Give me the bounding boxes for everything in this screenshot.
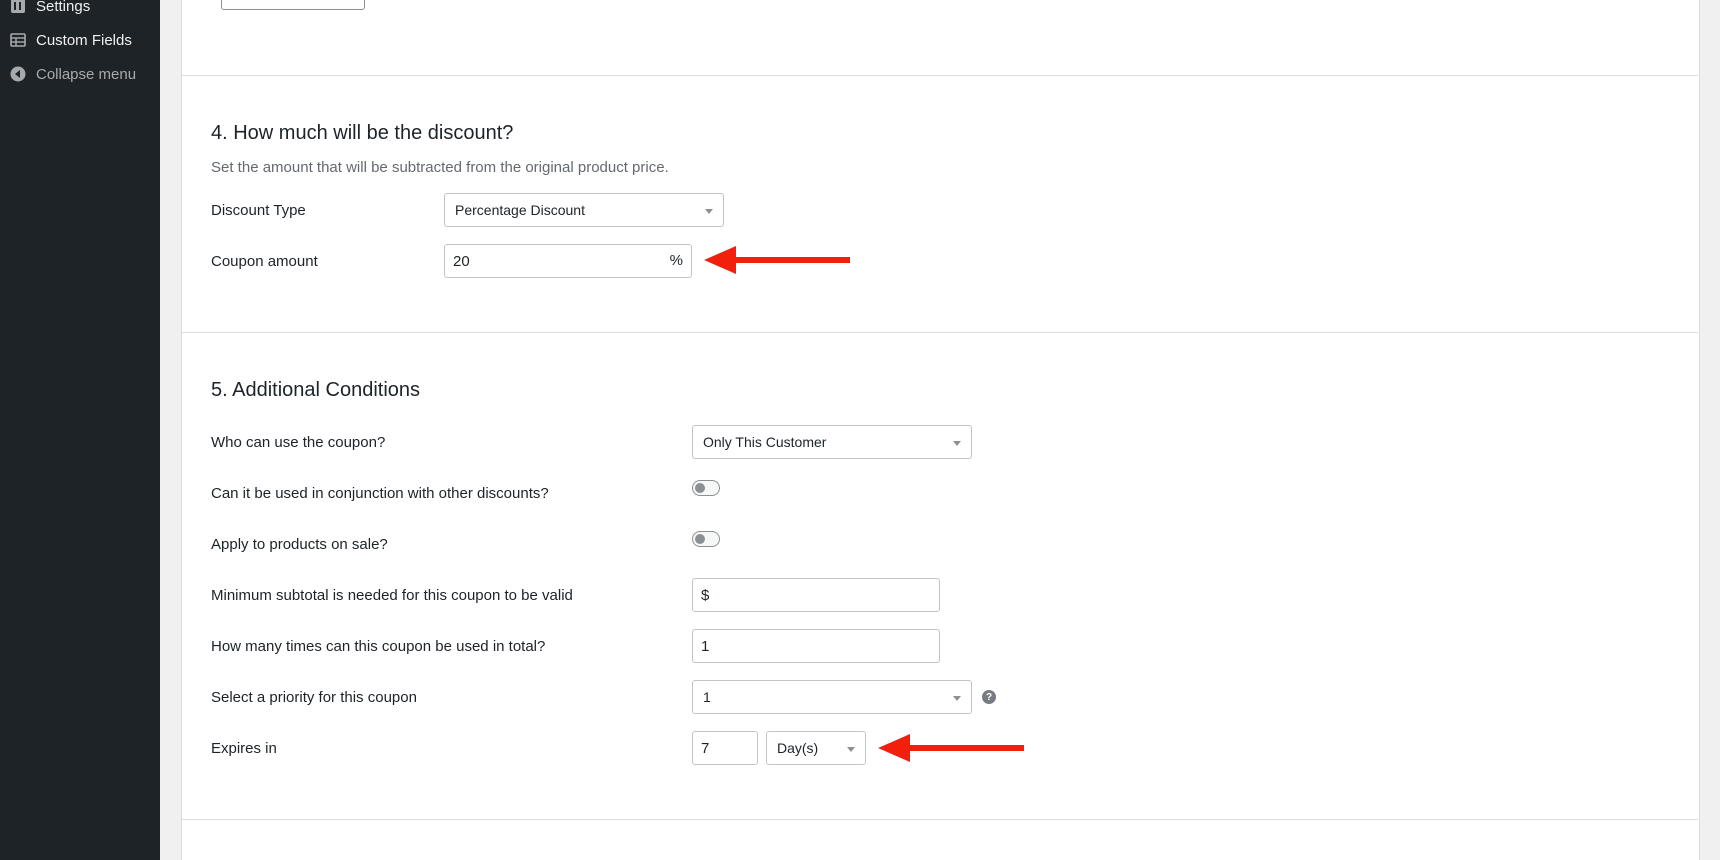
- chevron-down-icon: [705, 209, 713, 214]
- sidebar-item-label: Settings: [36, 0, 91, 15]
- section-divider: [181, 75, 1698, 76]
- priority-select[interactable]: 1: [692, 680, 972, 714]
- discount-type-select[interactable]: Percentage Discount: [444, 193, 724, 227]
- chevron-down-icon: [953, 696, 961, 701]
- percent-suffix: %: [669, 252, 683, 269]
- min-subtotal-label: Minimum subtotal is needed for this coup…: [211, 587, 573, 604]
- priority-value: 1: [703, 689, 711, 705]
- settings-icon: [10, 0, 26, 14]
- sidebar-item-label: Collapse menu: [36, 65, 137, 83]
- sidebar-item-label: Custom Fields: [36, 31, 132, 49]
- coupon-amount-value: 20: [453, 252, 470, 270]
- toggle-knob: [695, 483, 705, 493]
- min-subtotal-input[interactable]: $: [692, 578, 940, 612]
- toggle-knob: [695, 534, 705, 544]
- chevron-down-icon: [847, 747, 855, 752]
- apply-on-sale-label: Apply to products on sale?: [211, 536, 388, 553]
- section-description-discount: Set the amount that will be subtracted f…: [211, 159, 669, 176]
- sidebar-item-settings[interactable]: Settings: [0, 0, 160, 23]
- usage-limit-label: How many times can this coupon be used i…: [211, 638, 546, 655]
- who-can-use-value: Only This Customer: [703, 434, 827, 450]
- conjunction-label: Can it be used in conjunction with other…: [211, 485, 549, 502]
- apply-on-sale-toggle[interactable]: [692, 531, 720, 547]
- discount-type-label: Discount Type: [211, 202, 306, 219]
- who-can-use-select[interactable]: Only This Customer: [692, 425, 972, 459]
- usage-limit-value: 1: [701, 637, 710, 655]
- annotation-arrow-icon: [704, 246, 850, 274]
- min-subtotal-value: $: [701, 586, 710, 604]
- priority-label: Select a priority for this coupon: [211, 689, 417, 706]
- discount-type-value: Percentage Discount: [455, 202, 585, 218]
- expires-unit-value: Day(s): [777, 740, 819, 756]
- section-title-conditions: 5. Additional Conditions: [211, 379, 421, 401]
- usage-limit-input[interactable]: 1: [692, 629, 940, 663]
- sidebar-item-custom-fields[interactable]: Custom Fields: [0, 23, 160, 57]
- section-divider: [181, 819, 1698, 820]
- coupon-amount-input[interactable]: 20 %: [444, 244, 692, 278]
- collapse-icon: [10, 66, 26, 82]
- who-can-use-label: Who can use the coupon?: [211, 434, 386, 451]
- expires-unit-select[interactable]: Day(s): [766, 731, 866, 765]
- expires-value: 7: [701, 739, 710, 757]
- section-title-discount: 4. How much will be the discount?: [211, 122, 514, 144]
- chevron-down-icon: [953, 441, 961, 446]
- admin-sidebar: Settings Custom Fields Collapse menu: [0, 0, 160, 860]
- help-icon[interactable]: ?: [982, 690, 996, 704]
- custom-fields-icon: [10, 32, 26, 48]
- annotation-arrow-icon: [878, 734, 1024, 762]
- expires-label: Expires in: [211, 740, 277, 757]
- section-divider: [181, 332, 1698, 333]
- collapse-menu-button[interactable]: Collapse menu: [0, 57, 160, 91]
- conjunction-toggle[interactable]: [692, 480, 720, 496]
- expires-value-input[interactable]: 7: [692, 731, 758, 765]
- previous-section-button[interactable]: [221, 0, 365, 10]
- coupon-amount-label: Coupon amount: [211, 253, 318, 270]
